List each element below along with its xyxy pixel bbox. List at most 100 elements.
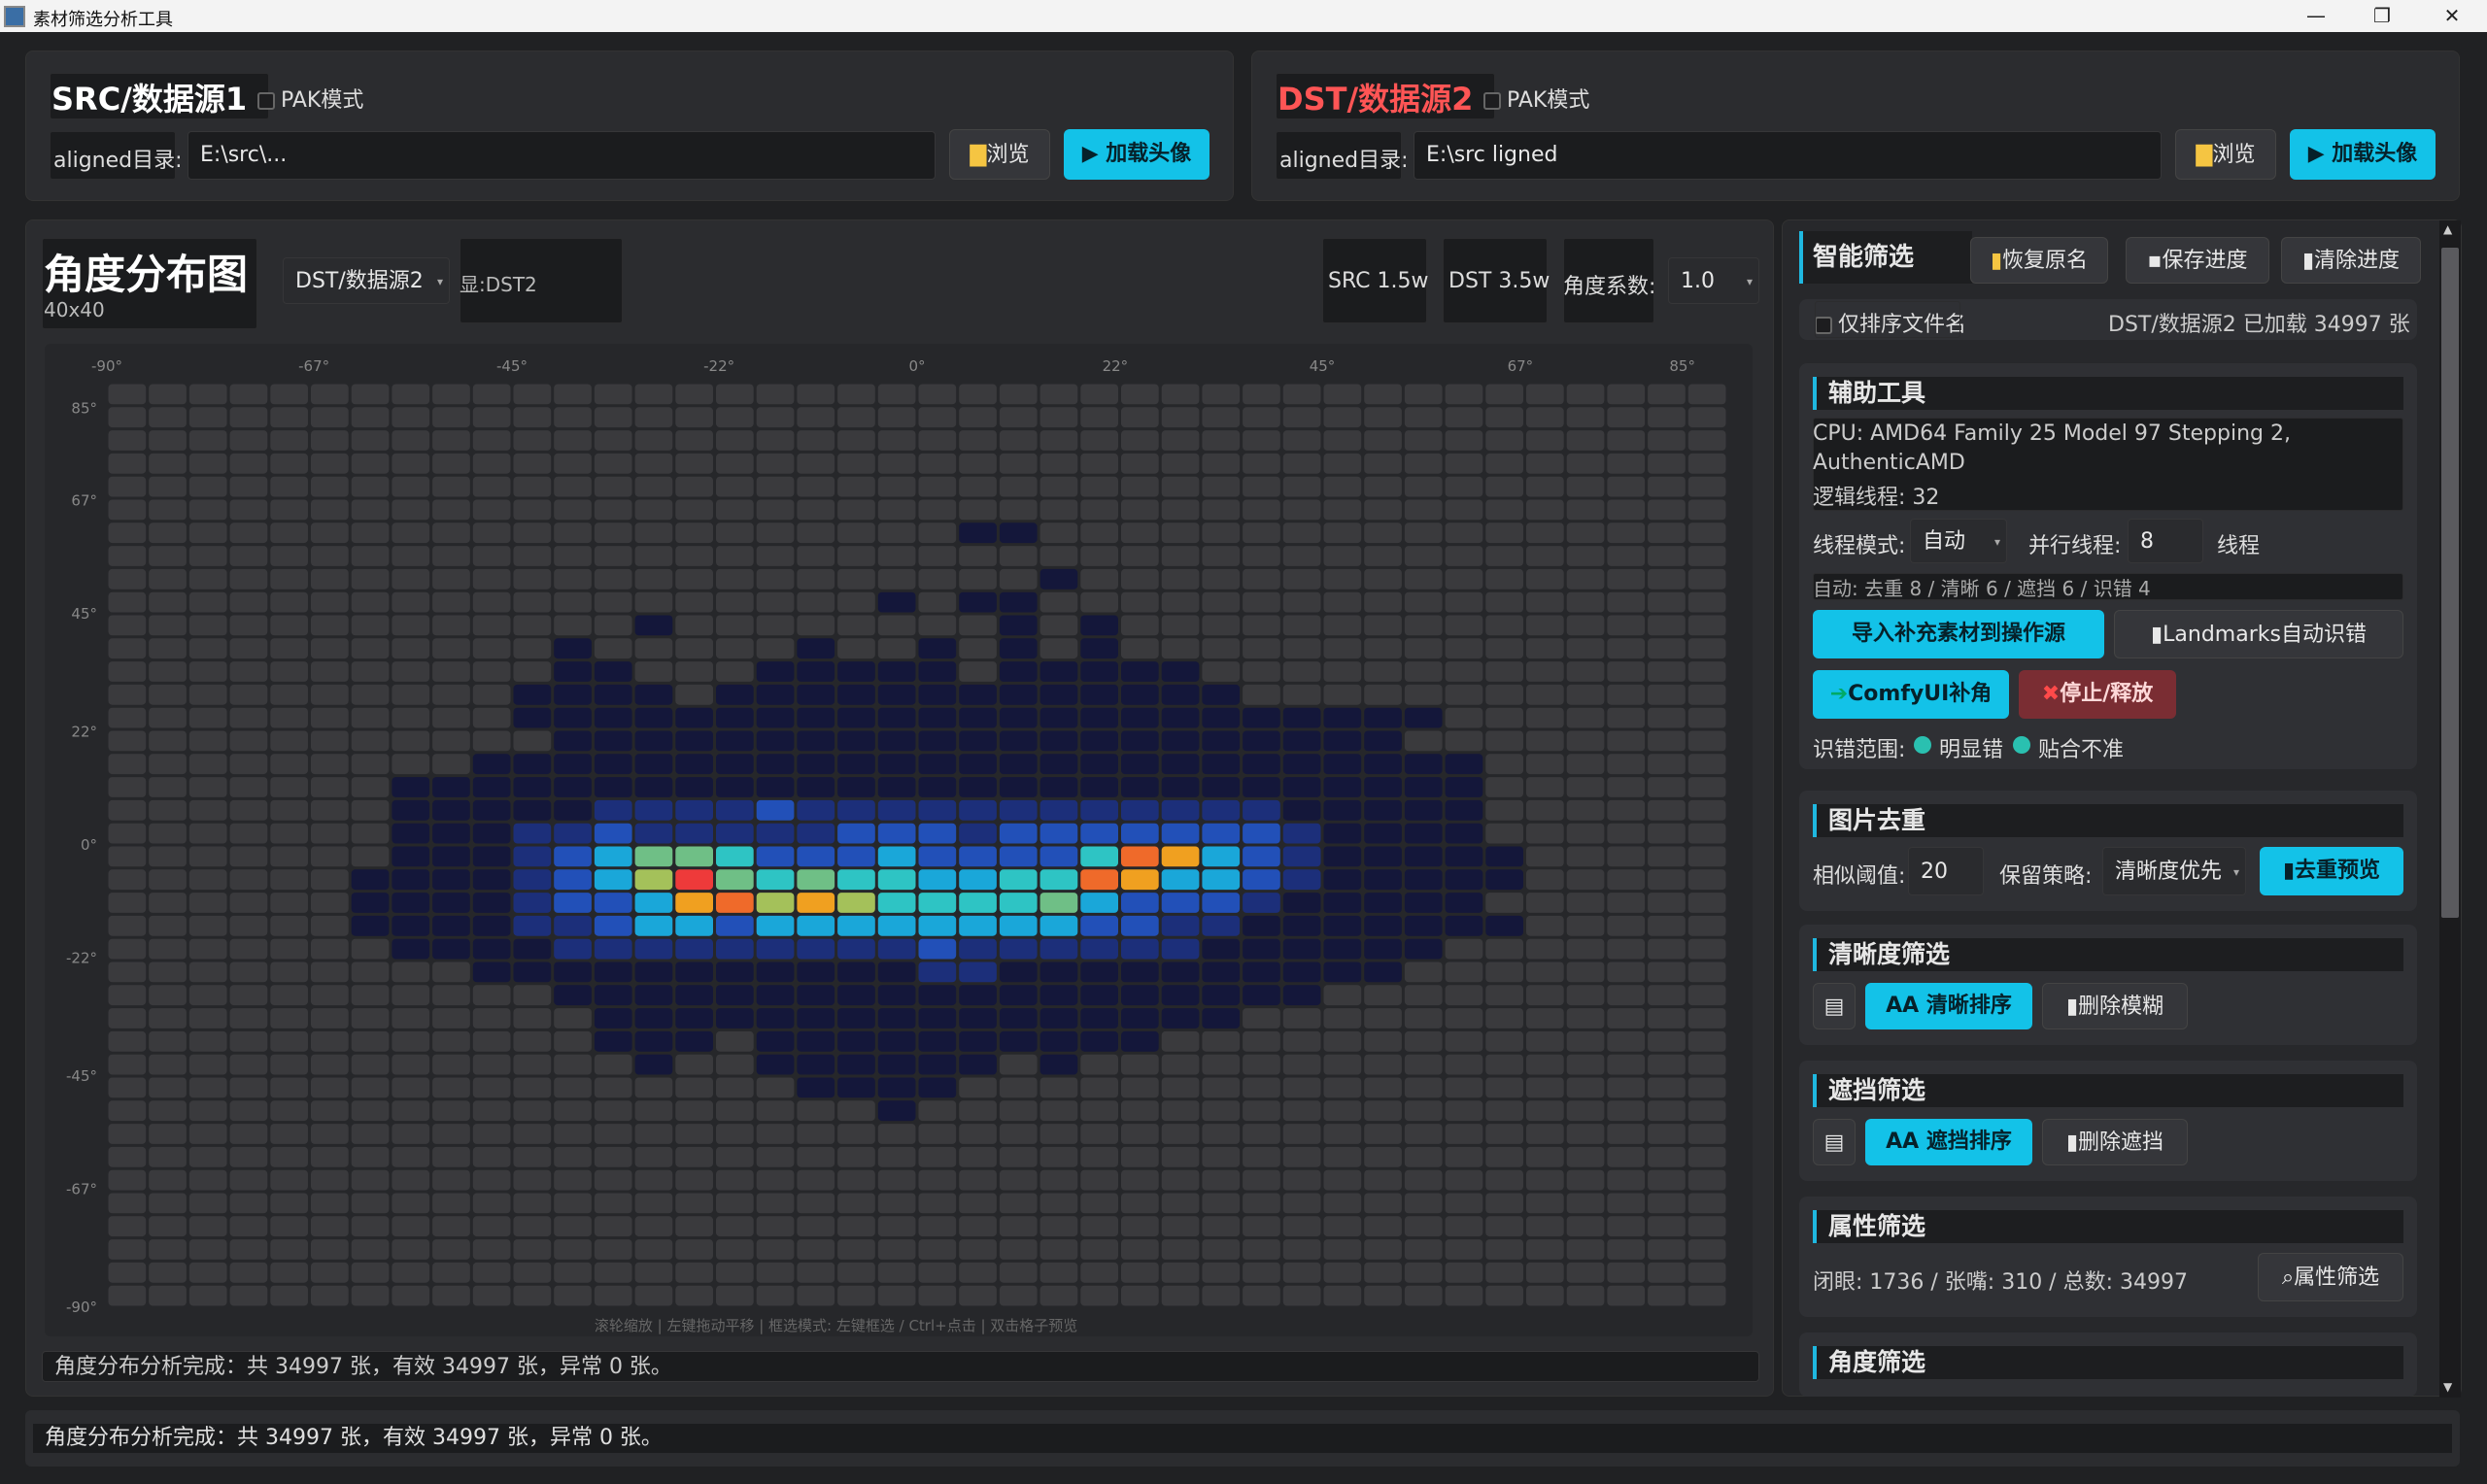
- heatmap-cell[interactable]: [1039, 1030, 1078, 1052]
- heatmap-cell[interactable]: [837, 893, 875, 913]
- heatmap-cell[interactable]: [959, 684, 997, 705]
- sim-spinbox[interactable]: 20: [1908, 847, 1984, 895]
- heatmap-cell[interactable]: [594, 915, 632, 936]
- heatmap-cell[interactable]: [1566, 915, 1605, 936]
- heatmap-cell[interactable]: [432, 546, 470, 566]
- heatmap-cell[interactable]: [756, 1008, 795, 1029]
- heatmap-cell[interactable]: [1687, 1262, 1726, 1283]
- heatmap-cell[interactable]: [270, 684, 308, 705]
- heatmap-cell[interactable]: [229, 707, 268, 728]
- heatmap-cell[interactable]: [1607, 1216, 1646, 1237]
- heatmap-cell[interactable]: [432, 893, 470, 913]
- heatmap-cell[interactable]: [1121, 384, 1159, 405]
- heatmap-cell[interactable]: [432, 915, 470, 936]
- heatmap-cell[interactable]: [270, 1216, 308, 1237]
- heatmap-cell[interactable]: [1243, 546, 1280, 566]
- heatmap-cell[interactable]: [1364, 893, 1402, 913]
- heatmap-cell[interactable]: [392, 730, 430, 752]
- heatmap-cell[interactable]: [554, 1100, 592, 1122]
- heatmap-cell[interactable]: [1404, 1285, 1443, 1306]
- heatmap-cell[interactable]: [188, 777, 227, 797]
- heatmap-cell[interactable]: [351, 407, 390, 428]
- heatmap-cell[interactable]: [1364, 1216, 1402, 1237]
- heatmap-cell[interactable]: [149, 777, 187, 797]
- heatmap-cell[interactable]: [554, 384, 592, 405]
- heatmap-cell[interactable]: [472, 1193, 511, 1214]
- heatmap-cell[interactable]: [1445, 615, 1483, 636]
- heatmap-cell[interactable]: [1607, 568, 1646, 590]
- heatmap-cell[interactable]: [594, 754, 632, 775]
- heatmap-cell[interactable]: [1323, 1100, 1362, 1122]
- heatmap-cell[interactable]: [229, 1077, 268, 1098]
- heatmap-cell[interactable]: [270, 1146, 308, 1167]
- heatmap-cell[interactable]: [877, 1285, 916, 1306]
- heatmap-cell[interactable]: [554, 893, 592, 913]
- heatmap-cell[interactable]: [311, 1054, 349, 1075]
- heatmap-cell[interactable]: [877, 938, 916, 960]
- heatmap-cell[interactable]: [918, 985, 957, 1006]
- heatmap-cell[interactable]: [1364, 546, 1402, 566]
- heatmap-cell[interactable]: [149, 453, 187, 474]
- heatmap-cell[interactable]: [675, 638, 713, 659]
- heatmap-cell[interactable]: [1648, 1169, 1686, 1191]
- src-pak-checkbox[interactable]: PAK模式: [257, 83, 363, 114]
- heatmap-cell[interactable]: [554, 1169, 592, 1191]
- heatmap-cell[interactable]: [1161, 546, 1200, 566]
- heatmap-cell[interactable]: [108, 638, 147, 659]
- heatmap-cell[interactable]: [1526, 476, 1564, 497]
- heatmap-cell[interactable]: [1526, 777, 1564, 797]
- heatmap-cell[interactable]: [675, 1054, 713, 1075]
- heatmap-cell[interactable]: [918, 1077, 957, 1098]
- heatmap-cell[interactable]: [756, 1262, 795, 1283]
- heatmap-cell[interactable]: [108, 985, 147, 1006]
- heatmap-cell[interactable]: [1566, 523, 1605, 544]
- heatmap-cell[interactable]: [392, 915, 430, 936]
- heatmap-cell[interactable]: [1202, 546, 1241, 566]
- heatmap-cell[interactable]: [311, 846, 349, 867]
- heatmap-cell[interactable]: [229, 915, 268, 936]
- heatmap-cell[interactable]: [837, 1285, 875, 1306]
- heatmap-cell[interactable]: [959, 1285, 997, 1306]
- heatmap-cell[interactable]: [188, 823, 227, 844]
- heatmap-cell[interactable]: [1485, 499, 1523, 521]
- heatmap-cell[interactable]: [797, 1100, 835, 1122]
- delete-blur-button[interactable]: ▮删除模糊: [2042, 983, 2188, 1029]
- heatmap-cell[interactable]: [1121, 1146, 1159, 1167]
- heatmap-cell[interactable]: [1323, 1077, 1362, 1098]
- heatmap-cell[interactable]: [756, 754, 795, 775]
- heatmap-cell[interactable]: [1243, 453, 1280, 474]
- heatmap-cell[interactable]: [594, 1169, 632, 1191]
- heatmap-cell[interactable]: [756, 384, 795, 405]
- heatmap-cell[interactable]: [1161, 615, 1200, 636]
- heatmap-cell[interactable]: [1607, 1008, 1646, 1029]
- heatmap-cell[interactable]: [270, 754, 308, 775]
- heatmap-cell[interactable]: [472, 1169, 511, 1191]
- heatmap-cell[interactable]: [1202, 568, 1241, 590]
- heatmap-cell[interactable]: [513, 777, 552, 797]
- heatmap-cell[interactable]: [594, 1285, 632, 1306]
- heatmap-cell[interactable]: [999, 476, 1038, 497]
- heatmap-cell[interactable]: [229, 1169, 268, 1191]
- heatmap-cell[interactable]: [554, 523, 592, 544]
- heatmap-cell[interactable]: [877, 1054, 916, 1075]
- heatmap-cell[interactable]: [1202, 1285, 1241, 1306]
- heatmap-cell[interactable]: [1161, 915, 1200, 936]
- heatmap-cell[interactable]: [432, 384, 470, 405]
- heatmap-cell[interactable]: [311, 615, 349, 636]
- heatmap-cell[interactable]: [1121, 846, 1159, 867]
- heatmap-cell[interactable]: [1687, 1285, 1726, 1306]
- heatmap-cell[interactable]: [351, 546, 390, 566]
- heatmap-cell[interactable]: [594, 523, 632, 544]
- heatmap-cell[interactable]: [716, 523, 754, 544]
- heatmap-cell[interactable]: [756, 730, 795, 752]
- heatmap-cell[interactable]: [797, 1054, 835, 1075]
- heatmap-cell[interactable]: [959, 523, 997, 544]
- heatmap-cell[interactable]: [1404, 1239, 1443, 1260]
- heatmap-cell[interactable]: [229, 730, 268, 752]
- heatmap-cell[interactable]: [797, 499, 835, 521]
- heatmap-cell[interactable]: [1687, 1239, 1726, 1260]
- heatmap-cell[interactable]: [472, 568, 511, 590]
- heatmap-cell[interactable]: [1202, 1124, 1241, 1144]
- heatmap-cell[interactable]: [432, 1239, 470, 1260]
- heatmap-cell[interactable]: [149, 938, 187, 960]
